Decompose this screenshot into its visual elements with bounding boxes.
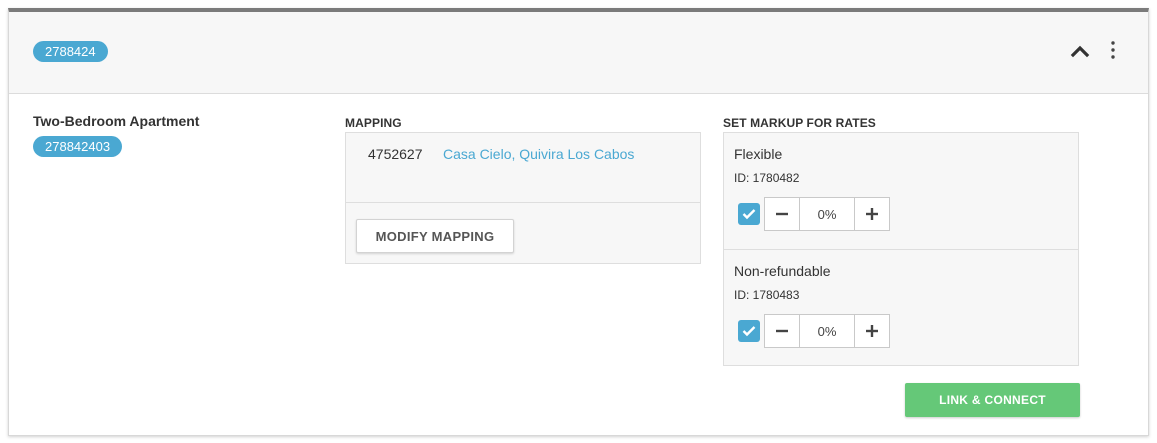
link-connect-button[interactable]: LINK & CONNECT [905, 383, 1080, 417]
markup-panel: Flexible ID: 1780482 Non-refundable ID: … [723, 132, 1079, 366]
check-icon [742, 209, 756, 220]
mapping-row: 4752627 Casa Cielo, Quivira Los Cabos [346, 133, 700, 203]
rate-name: Non-refundable [734, 263, 831, 279]
rate-checkbox[interactable] [738, 320, 760, 342]
rate-item-flexible: Flexible ID: 1780482 [724, 133, 1078, 249]
markup-label: SET MARKUP FOR RATES [723, 116, 876, 130]
markup-stepper [764, 197, 890, 231]
rate-item-non-refundable: Non-refundable ID: 1780483 [724, 249, 1078, 365]
mapping-label: MAPPING [345, 116, 402, 130]
rate-id: ID: 1780482 [734, 171, 800, 185]
plus-icon [866, 208, 878, 220]
room-mapping-card: 2788424 Two-Bedroom Apartment 278842403 … [8, 8, 1149, 436]
room-id-badge: 278842403 [33, 136, 123, 157]
check-icon [742, 326, 756, 337]
mapped-property-link[interactable]: Casa Cielo, Quivira Los Cabos [443, 146, 634, 162]
vertical-dots-icon[interactable] [1106, 40, 1120, 60]
chevron-up-icon[interactable] [1070, 43, 1090, 59]
mapped-property-id: 4752627 [368, 146, 423, 162]
markup-stepper [764, 314, 890, 348]
rate-name: Flexible [734, 146, 783, 162]
decrement-button[interactable] [765, 315, 800, 347]
mapping-panel: 4752627 Casa Cielo, Quivira Los Cabos MO… [345, 132, 701, 264]
rate-checkbox[interactable] [738, 203, 760, 225]
increment-button[interactable] [854, 315, 889, 347]
minus-icon [776, 212, 788, 216]
listing-id-badge: 2788424 [33, 41, 108, 62]
room-name: Two-Bedroom Apartment [33, 113, 200, 129]
markup-input[interactable] [800, 198, 854, 230]
modify-mapping-button[interactable]: MODIFY MAPPING [356, 219, 514, 253]
minus-icon [776, 329, 788, 333]
decrement-button[interactable] [765, 198, 800, 230]
rate-id: ID: 1780483 [734, 288, 800, 302]
markup-input[interactable] [800, 315, 854, 347]
increment-button[interactable] [854, 198, 889, 230]
card-header: 2788424 [9, 12, 1148, 94]
plus-icon [866, 325, 878, 337]
